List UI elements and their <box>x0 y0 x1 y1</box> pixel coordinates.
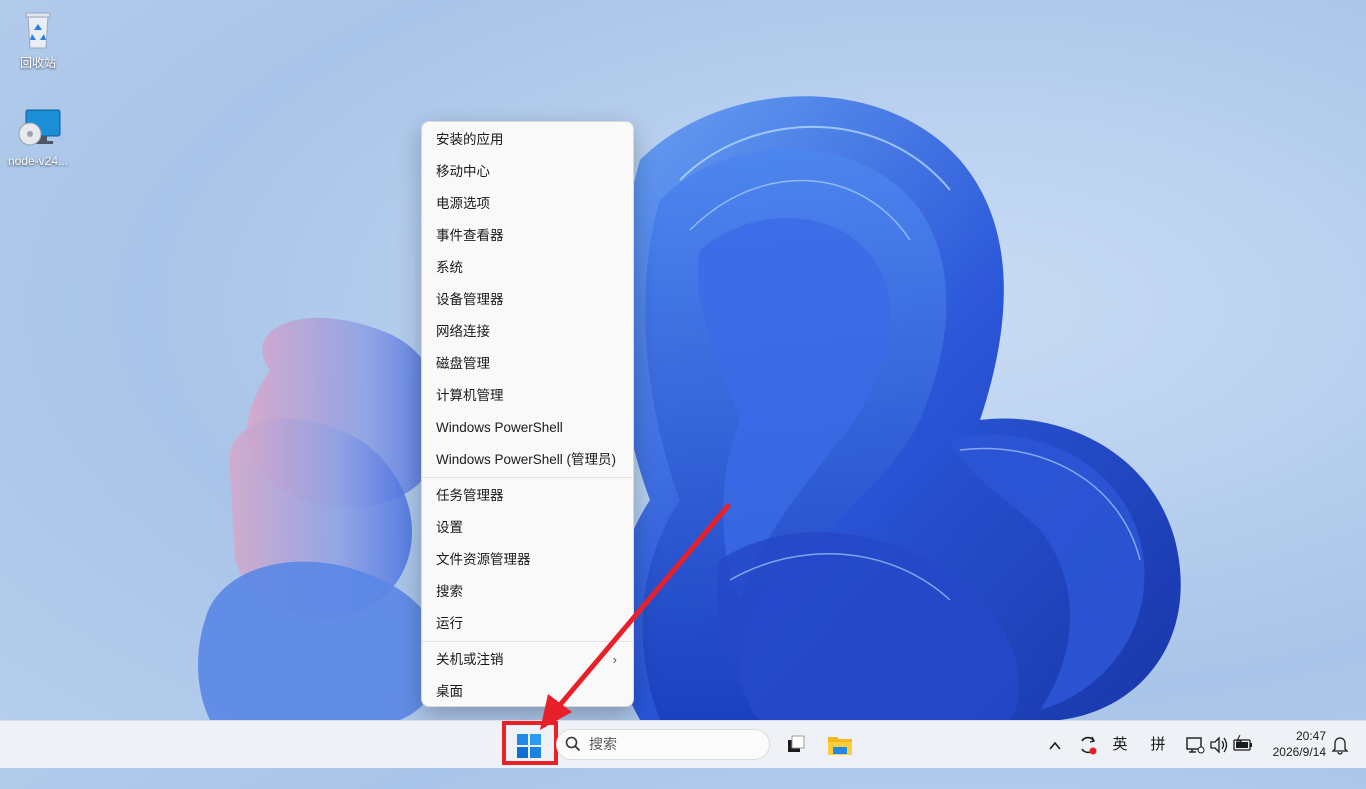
start-context-menu: 安装的应用移动中心电源选项事件查看器系统设备管理器网络连接磁盘管理计算机管理 Wi… <box>421 121 634 707</box>
menu-item-label: Windows PowerShell (管理员) <box>436 452 617 467</box>
file-explorer-button[interactable] <box>824 729 856 761</box>
wallpaper <box>198 96 1181 720</box>
menu-item[interactable]: 文件资源管理器 <box>422 544 633 576</box>
menu-item-label: 搜索 <box>436 584 463 599</box>
battery-icon <box>1233 734 1252 751</box>
bell-icon <box>1331 737 1349 755</box>
menu-item[interactable]: 计算机管理 <box>422 380 633 412</box>
windows-logo-icon <box>517 734 541 758</box>
task-view-icon <box>788 735 805 752</box>
menu-item[interactable]: 网络连接 <box>422 316 633 348</box>
notifications-button[interactable] <box>1330 721 1350 769</box>
menu-item-label: 系统 <box>436 260 463 275</box>
menu-item-label: 网络连接 <box>436 324 490 339</box>
desktop-icon-node-installer[interactable]: node-v24... <box>0 108 76 168</box>
task-view-button[interactable] <box>780 729 812 761</box>
menu-item[interactable]: 系统 <box>422 252 633 284</box>
menu-item-label: 设备管理器 <box>436 292 504 307</box>
menu-item[interactable]: 任务管理器 <box>422 480 633 512</box>
search-icon <box>565 736 581 752</box>
menu-item[interactable]: Windows PowerShell (管理员) <box>422 444 633 476</box>
clock[interactable]: 20:47 2026/9/14 <box>1264 728 1326 760</box>
menu-item[interactable]: 安装的应用 <box>422 124 633 156</box>
sync-icon <box>1081 736 1097 755</box>
menu-separator <box>422 641 633 642</box>
menu-item-label: 文件资源管理器 <box>436 552 531 567</box>
menu-item[interactable]: 搜索 <box>422 576 633 608</box>
menu-item-label: 安装的应用 <box>436 132 504 147</box>
taskbar: 搜索 英 拼 20:47 2026/9/14 <box>0 720 1366 768</box>
menu-item[interactable]: 运行 <box>422 608 633 640</box>
recycle-bin-icon <box>16 8 60 52</box>
start-button[interactable] <box>506 727 552 763</box>
taskbar-search-input[interactable]: 搜索 <box>556 729 770 760</box>
battery-button[interactable] <box>1232 721 1254 769</box>
desktop-icon-label: 回收站 <box>19 56 56 70</box>
search-placeholder: 搜索 <box>589 736 617 752</box>
menu-item-label: 计算机管理 <box>436 388 504 403</box>
volume-button[interactable] <box>1208 721 1230 769</box>
desktop-icon-label: node-v24... <box>7 154 69 168</box>
sync-status-button[interactable] <box>1076 721 1100 769</box>
network-button[interactable] <box>1184 721 1206 769</box>
chevron-right-icon: › <box>612 652 617 667</box>
menu-item-label: 关机或注销 <box>436 652 504 667</box>
menu-item-label: 桌面 <box>436 684 463 699</box>
menu-item[interactable]: 电源选项 <box>422 188 633 220</box>
speaker-icon <box>1210 736 1228 754</box>
show-hidden-icons-button[interactable] <box>1046 721 1064 769</box>
menu-item-label: Windows PowerShell <box>436 420 563 435</box>
installer-icon <box>16 108 61 152</box>
menu-item-label: 移动中心 <box>436 164 490 179</box>
menu-item[interactable]: 桌面 <box>422 676 633 708</box>
chevron-up-icon <box>1049 741 1061 750</box>
menu-item[interactable]: 关机或注销 › <box>422 644 633 676</box>
menu-item[interactable]: 磁盘管理 <box>422 348 633 380</box>
clock-date: 2026/9/14 <box>1272 745 1326 759</box>
menu-item-label: 电源选项 <box>436 196 490 211</box>
menu-item[interactable]: Windows PowerShell <box>422 412 633 444</box>
network-icon <box>1186 737 1205 754</box>
menu-item-label: 设置 <box>436 520 463 535</box>
folder-icon <box>828 737 852 755</box>
menu-item[interactable]: 设备管理器 <box>422 284 633 316</box>
menu-item[interactable]: 移动中心 <box>422 156 633 188</box>
menu-separator <box>422 477 633 478</box>
clock-time: 20:47 <box>1295 729 1326 743</box>
menu-item[interactable]: 事件查看器 <box>422 220 633 252</box>
language-indicator[interactable]: 英 <box>1108 721 1132 769</box>
ime-mode-indicator[interactable]: 拼 <box>1146 721 1170 769</box>
menu-item-label: 运行 <box>436 616 463 631</box>
menu-item-label: 事件查看器 <box>436 228 504 243</box>
desktop-icon-recycle-bin[interactable]: 回收站 <box>0 8 76 71</box>
menu-item-label: 任务管理器 <box>436 488 504 503</box>
menu-item-label: 磁盘管理 <box>436 356 490 371</box>
menu-item[interactable]: 设置 <box>422 512 633 544</box>
